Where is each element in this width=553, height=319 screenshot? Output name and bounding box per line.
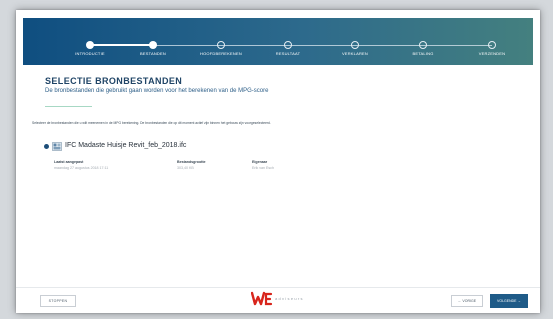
next-label: VOLGENDE <box>497 299 517 303</box>
file-select-radio[interactable] <box>44 144 49 149</box>
step-bestanden[interactable]: BESTANDEN <box>118 18 188 65</box>
previous-label: VORIGE <box>462 299 477 303</box>
last-modified-value: maandag 27 augustus 2018 17:11 <box>54 166 109 170</box>
step-dot <box>351 41 359 49</box>
page-subtitle: De bronbestanden die gebruikt gaan worde… <box>45 88 269 94</box>
step-dot <box>86 41 94 49</box>
step-dot <box>488 41 496 49</box>
instruction-text: Selecteer de bronbestanden die u wilt me… <box>32 121 271 125</box>
page-title: SELECTIE BRONBESTANDEN <box>45 76 183 86</box>
owner-block: Eigenaar Erik van Esch <box>252 160 274 170</box>
step-introductie[interactable]: INTRODUCTIE <box>55 18 125 65</box>
file-name: IFC Madaste Huisje Revit_feb_2018.ifc <box>65 142 187 149</box>
file-size-block: Bestandsgrootte 303,40 KB <box>177 160 206 170</box>
step-label: HOOFDBEREKENEN <box>200 51 242 56</box>
building-model-icon <box>52 142 62 151</box>
step-verzenden[interactable]: VERZENDEN <box>457 18 527 65</box>
step-dot <box>419 41 427 49</box>
step-betaling[interactable]: BETALING <box>388 18 458 65</box>
step-hoofdberekenen[interactable]: HOOFDBEREKENEN <box>186 18 256 65</box>
step-label: RESULTAAT <box>275 51 301 56</box>
file-size-value: 303,40 KB <box>177 166 194 170</box>
step-verklaren[interactable]: VERKLAREN <box>320 18 390 65</box>
arrow-left-icon: ← <box>457 299 462 303</box>
file-size-label: Bestandsgrootte <box>177 160 206 164</box>
step-dot <box>217 41 225 49</box>
step-label: BESTANDEN <box>140 51 166 56</box>
step-resultaat[interactable]: RESULTAAT <box>253 18 323 65</box>
step-label: VERKLAREN <box>341 51 369 56</box>
previous-button[interactable]: ← VORIGE <box>451 295 483 307</box>
file-list-item[interactable]: IFC Madaste Huisje Revit_feb_2018.ifc <box>44 141 244 153</box>
step-label: VERZENDEN <box>478 51 506 56</box>
step-dot <box>284 41 292 49</box>
next-button[interactable]: VOLGENDE → <box>490 294 528 308</box>
arrow-right-icon: → <box>517 299 521 303</box>
footer-divider <box>16 287 540 288</box>
app-window: INTRODUCTIE BESTANDEN HOOFDBEREKENEN RES… <box>16 10 540 313</box>
step-label: INTRODUCTIE <box>75 51 105 56</box>
progress-stepper: INTRODUCTIE BESTANDEN HOOFDBEREKENEN RES… <box>23 18 533 65</box>
we-logo-icon <box>251 291 273 306</box>
title-accent-divider <box>45 106 92 107</box>
logo-tagline: adviseurs <box>275 296 304 301</box>
owner-label: Eigenaar <box>252 160 268 164</box>
last-modified-label: Laatst aangepast <box>54 160 84 164</box>
last-modified-block: Laatst aangepast maandag 27 augustus 201… <box>54 160 108 170</box>
step-dot <box>149 41 157 49</box>
company-logo: adviseurs <box>251 291 331 307</box>
owner-value: Erik van Esch <box>252 166 274 170</box>
step-label: BETALING <box>412 51 434 56</box>
stop-button[interactable]: STOPPEN <box>40 295 76 307</box>
